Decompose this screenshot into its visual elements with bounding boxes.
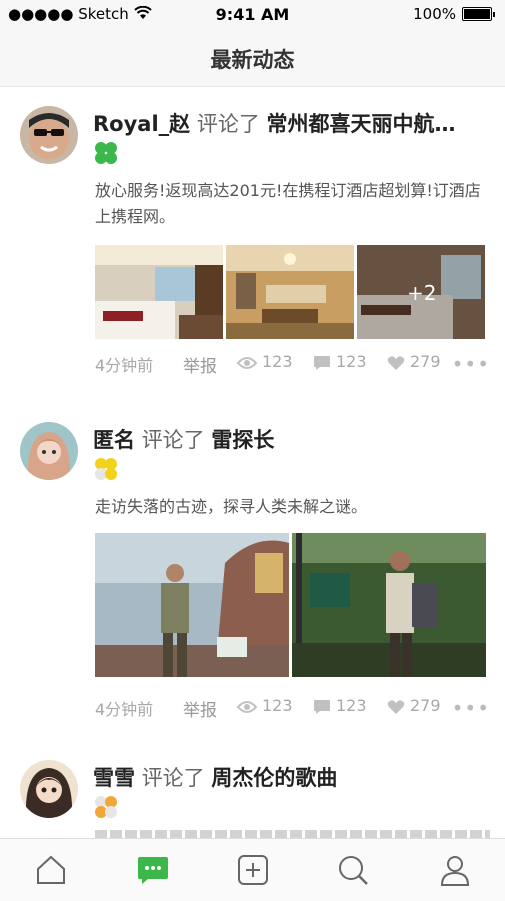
avatar[interactable] <box>20 760 78 818</box>
eye-icon <box>237 700 257 713</box>
comment-icon <box>314 355 330 370</box>
photo-grid <box>95 533 486 677</box>
profile-icon[interactable] <box>438 853 472 887</box>
photo-grid: +2 <box>95 245 485 339</box>
add-icon[interactable] <box>236 853 270 887</box>
clover-badge-icon <box>95 796 117 818</box>
comments-stat[interactable]: 123 <box>313 696 367 715</box>
avatar[interactable] <box>20 106 78 164</box>
post-meta: 4分钟前 举报 123 123 279 ••• <box>95 696 490 721</box>
post-text: 放心服务!返现高达201元!在携程订酒店超划算!订酒店上携程网。 <box>95 181 481 226</box>
action-label: 评论了 <box>196 112 260 136</box>
avatar[interactable] <box>20 422 78 480</box>
post-time: 4分钟前 <box>95 700 154 719</box>
more-options-icon[interactable]: ••• <box>452 352 490 376</box>
search-icon[interactable] <box>336 853 370 887</box>
home-icon[interactable] <box>34 853 68 887</box>
likes-stat[interactable]: 279 <box>387 352 441 371</box>
user-name[interactable]: Royal_赵 <box>93 112 190 136</box>
feed-post-1[interactable]: Royal_赵 评论了 常州都喜天丽中航… 放心服务!返现高达201元!在携程订… <box>0 86 505 396</box>
user-name[interactable]: 匿名 <box>93 428 135 452</box>
messages-icon[interactable] <box>136 853 170 887</box>
status-bar: ●●●●● Sketch 9:41 AM 100% <box>0 0 505 30</box>
report-link[interactable]: 举报 <box>183 696 217 721</box>
views-stat: 123 <box>237 696 293 715</box>
more-options-icon[interactable]: ••• <box>452 696 490 720</box>
views-stat: 123 <box>237 352 293 371</box>
post-headline: Royal_赵 评论了 常州都喜天丽中航… <box>93 108 483 138</box>
hotel-lobby-photo[interactable] <box>226 245 354 339</box>
report-link[interactable]: 举报 <box>183 352 217 377</box>
battery-icon <box>462 7 492 21</box>
post-text-partial <box>95 830 490 838</box>
explorer-forest-photo[interactable] <box>292 533 486 677</box>
heart-icon <box>387 699 405 714</box>
clover-badge-icon <box>95 458 117 480</box>
post-headline: 匿名 评论了 雷探长 <box>93 424 483 454</box>
action-label: 评论了 <box>141 428 205 452</box>
explorer-ruins-photo[interactable] <box>95 533 289 677</box>
hotel-bedroom-photo[interactable]: +2 <box>357 245 485 339</box>
action-label: 评论了 <box>141 766 205 790</box>
post-headline: 雪雪 评论了 周杰伦的歌曲 <box>93 762 483 792</box>
feed-post-3[interactable]: 雪雪 评论了 周杰伦的歌曲 <box>0 736 505 838</box>
more-photos-count: +2 <box>407 281 437 305</box>
tab-bar <box>0 838 505 901</box>
target-link[interactable]: 周杰伦的歌曲 <box>211 766 337 790</box>
comments-stat[interactable]: 123 <box>313 352 367 371</box>
likes-stat[interactable]: 279 <box>387 696 441 715</box>
feed-post-2[interactable]: 匿名 评论了 雷探长 走访失落的古迹，探寻人类未解之谜。 4分钟前 举报 123… <box>0 396 505 736</box>
clover-badge-icon <box>95 142 117 164</box>
target-link[interactable]: 常州都喜天丽中航… <box>267 112 456 136</box>
page-title: 最新动态 <box>210 48 295 72</box>
heart-icon <box>387 355 405 370</box>
post-meta: 4分钟前 举报 123 123 279 ••• <box>95 352 490 377</box>
comment-icon <box>314 699 330 714</box>
post-time: 4分钟前 <box>95 356 154 375</box>
nav-bar: 最新动态 <box>0 30 505 87</box>
post-text: 走访失落的古迹，探寻人类未解之谜。 <box>95 497 368 516</box>
battery-indicator: 100% <box>413 5 495 23</box>
hotel-room-photo[interactable] <box>95 245 223 339</box>
target-link[interactable]: 雷探长 <box>211 428 274 452</box>
battery-percent: 100% <box>413 5 456 23</box>
eye-icon <box>237 356 257 369</box>
user-name[interactable]: 雪雪 <box>93 766 135 790</box>
